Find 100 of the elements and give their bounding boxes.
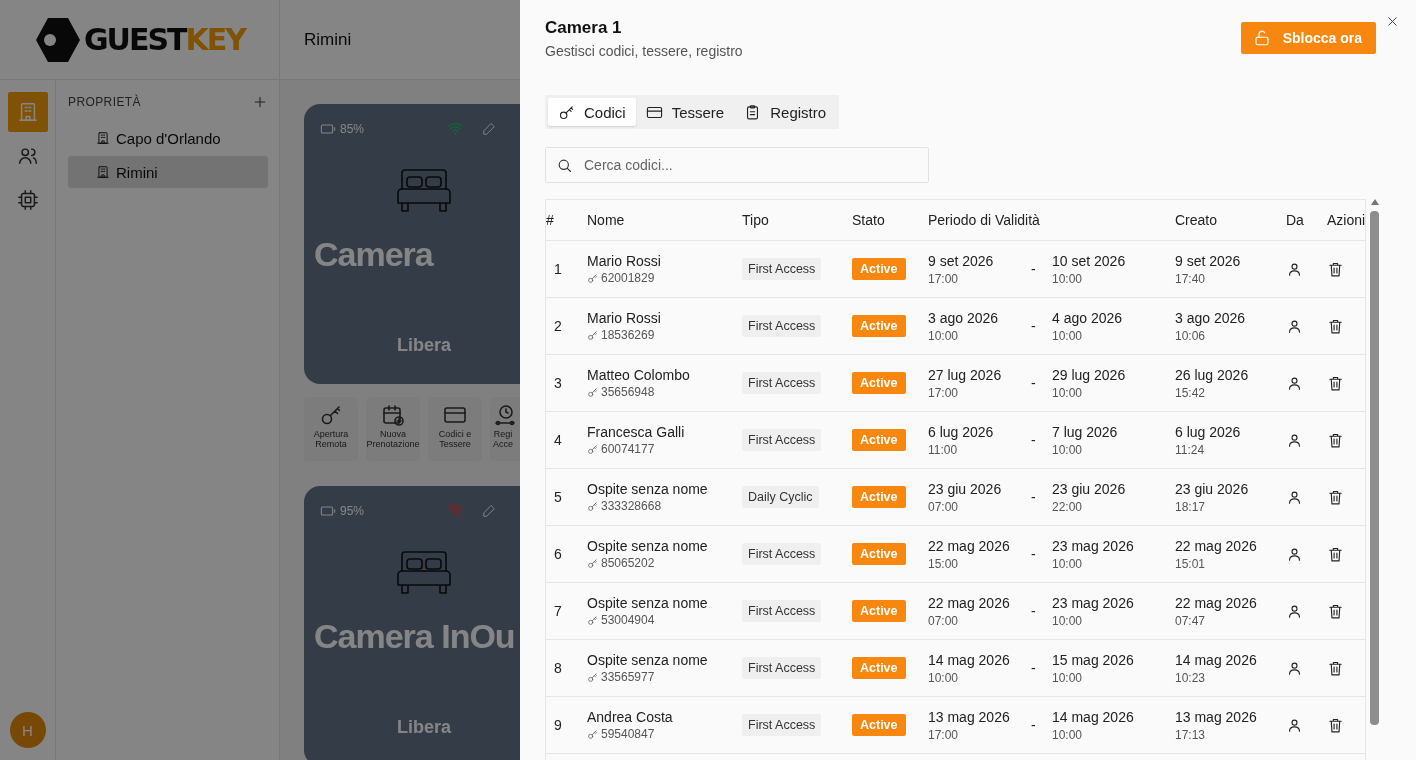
status-badge: Active (852, 372, 906, 394)
start-time: 07:00 (928, 499, 960, 514)
row-number: 3 (553, 375, 563, 391)
room-action-button[interactable]: Apertura Remota (304, 397, 358, 461)
type-tag: First Access (742, 714, 822, 736)
access-code: 33565977 (601, 670, 655, 684)
end-time: 10:00 (1052, 328, 1084, 343)
access-code: 62001829 (601, 271, 655, 285)
delete-button[interactable] (1327, 374, 1344, 392)
delete-button[interactable] (1327, 659, 1344, 677)
start-time: 10:00 (928, 670, 960, 685)
start-time: 15:00 (928, 556, 960, 571)
end-time: 10:00 (1052, 613, 1084, 628)
range-separator: - (1031, 717, 1037, 733)
end-date: 14 mag 2026 (1052, 708, 1135, 725)
range-separator: - (1031, 432, 1037, 448)
property-item[interactable]: Rimini (68, 156, 268, 188)
trash-icon (1327, 716, 1344, 734)
delete-button[interactable] (1327, 488, 1344, 506)
column-header: Nome (587, 212, 626, 228)
created-date: 26 lug 2026 (1175, 366, 1250, 383)
start-date: 9 set 2026 (928, 252, 995, 269)
status-badge: Active (852, 429, 906, 451)
battery-level: 85% (340, 121, 365, 136)
start-date: 6 lug 2026 (928, 423, 995, 440)
drawer-title: Camera 1 (545, 18, 622, 37)
delete-button[interactable] (1327, 317, 1344, 335)
tab[interactable]: Codici (548, 98, 636, 126)
created-date: 6 lug 2026 (1175, 423, 1242, 440)
guest-name: Ospite senza nome (587, 595, 709, 611)
room-name: Camera (314, 235, 433, 274)
created-date: 9 set 2026 (1175, 252, 1242, 269)
battery-level: 95% (340, 503, 365, 518)
room-card[interactable]: 95% Camera InOu Libera (304, 486, 520, 760)
type-tag: First Access (742, 315, 822, 337)
key-icon (558, 103, 575, 121)
property-item[interactable]: Capo d'Orlando (68, 122, 268, 154)
tab[interactable]: Registro (734, 98, 837, 126)
delete-button[interactable] (1327, 260, 1344, 278)
created-date: 23 giu 2026 (1175, 480, 1250, 497)
pencil-icon (482, 121, 496, 136)
delete-button[interactable] (1327, 545, 1344, 563)
end-time: 10:00 (1052, 385, 1084, 400)
key-icon (587, 614, 598, 626)
key-icon (587, 386, 598, 398)
room-status: Libera (397, 335, 451, 356)
start-time: 07:00 (928, 613, 960, 628)
key-icon (587, 671, 598, 683)
access-code: 53004904 (601, 613, 655, 627)
end-date: 7 lug 2026 (1052, 423, 1119, 440)
delete-button[interactable] (1327, 431, 1344, 449)
building-icon (16, 101, 39, 123)
bed-icon (394, 549, 454, 597)
guest-name: Andrea Costa (587, 709, 674, 725)
type-tag: Daily Cyclic (742, 486, 819, 508)
column-header: Azioni (1327, 212, 1366, 228)
start-time: 17:00 (928, 271, 960, 286)
access-code: 333328668 (601, 499, 662, 513)
room-status: Libera (397, 717, 451, 738)
unlock-button[interactable]: Sblocca ora (1240, 22, 1376, 54)
created-time: 10:06 (1175, 328, 1207, 343)
room-card[interactable]: 85% Camera Libera (304, 104, 520, 384)
logo-wordmark: GUESTKEY (84, 22, 245, 57)
room-action-button[interactable]: Regi Acce (490, 397, 520, 461)
row-number: 2 (553, 318, 563, 334)
access-code: 59540847 (601, 727, 655, 741)
created-date: 13 mag 2026 (1175, 708, 1258, 725)
guest-name: Mario Rossi (587, 253, 662, 269)
created-date: 22 mag 2026 (1175, 594, 1258, 611)
type-tag: First Access (742, 258, 822, 280)
unlock-icon (1252, 29, 1271, 47)
guest-name: Mario Rossi (587, 310, 662, 326)
created-time: 15:01 (1175, 556, 1207, 571)
delete-button[interactable] (1327, 602, 1344, 620)
status-badge: Active (852, 543, 906, 565)
start-date: 22 mag 2026 (928, 594, 1011, 611)
close-button[interactable] (1385, 14, 1400, 29)
modal-backdrop[interactable] (0, 0, 520, 760)
status-badge: Active (852, 600, 906, 622)
start-date: 23 giu 2026 (928, 480, 1003, 497)
range-separator: - (1031, 261, 1037, 277)
room-action-button[interactable]: Codici e Tessere (428, 397, 482, 461)
access-code: 18536269 (601, 328, 655, 342)
end-time: 10:00 (1052, 556, 1084, 571)
created-date: 22 mag 2026 (1175, 537, 1258, 554)
room-action-button[interactable]: Nuova Prenotazione (366, 397, 420, 461)
start-date: 14 mag 2026 (928, 651, 1011, 668)
trash-icon (1327, 317, 1344, 335)
delete-button[interactable] (1327, 716, 1344, 734)
tab[interactable]: Tessere (635, 98, 735, 126)
start-date: 22 mag 2026 (928, 537, 1011, 554)
guest-name: Francesca Galli (587, 424, 686, 440)
created-time: 17:40 (1175, 271, 1207, 286)
end-time: 22:00 (1052, 499, 1084, 514)
search-field[interactable]: Cerca codici... (545, 147, 929, 183)
range-separator: - (1031, 318, 1037, 334)
created-time: 11:24 (1175, 442, 1206, 457)
trash-icon (1327, 260, 1344, 278)
room-name: Camera InOu (314, 617, 515, 656)
access-code: 35656948 (601, 385, 655, 399)
